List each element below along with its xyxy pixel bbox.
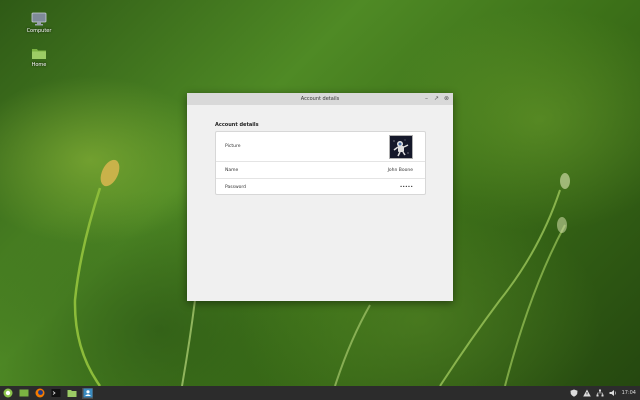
desktop-icon-home[interactable]: Home bbox=[15, 46, 63, 68]
warning-icon[interactable] bbox=[582, 389, 591, 397]
picture-label: Picture bbox=[225, 144, 241, 149]
files-icon bbox=[19, 389, 28, 397]
name-row[interactable]: Name John Boone bbox=[216, 162, 425, 179]
password-row[interactable]: Password ••••• bbox=[216, 179, 425, 195]
maximize-button[interactable]: ↗ bbox=[433, 95, 440, 102]
section-title: Account details bbox=[215, 122, 259, 128]
menu-button[interactable] bbox=[2, 388, 13, 399]
window-controls: – ↗ ⊗ bbox=[423, 95, 450, 102]
account-details-card: Picture Name John Boone Password ••••• bbox=[215, 131, 426, 195]
desktop-icon-label: Home bbox=[31, 62, 47, 68]
password-value: ••••• bbox=[399, 184, 413, 190]
window-title: Account details bbox=[300, 96, 340, 102]
desktop-icon-label: Computer bbox=[26, 28, 52, 34]
folder-icon bbox=[67, 390, 76, 397]
computer-icon bbox=[31, 12, 47, 26]
menu-icon bbox=[3, 388, 12, 398]
taskbar: 17:04 bbox=[0, 386, 640, 400]
desktop-icon-computer[interactable]: Computer bbox=[15, 12, 63, 34]
terminal-launcher[interactable] bbox=[50, 388, 61, 399]
clock[interactable]: 17:04 bbox=[622, 390, 636, 396]
system-tray: 17:04 bbox=[570, 389, 640, 397]
close-button[interactable]: ⊗ bbox=[443, 95, 450, 102]
taskbar-launchers bbox=[0, 387, 93, 399]
name-label: Name bbox=[225, 167, 239, 173]
window-titlebar[interactable]: Account details – ↗ ⊗ bbox=[187, 93, 453, 105]
minimize-button[interactable]: – bbox=[423, 95, 430, 102]
folder-launcher[interactable] bbox=[66, 388, 77, 399]
name-value: John Boone bbox=[387, 167, 413, 173]
files-launcher[interactable] bbox=[18, 388, 29, 399]
volume-icon[interactable] bbox=[609, 389, 617, 397]
firefox-launcher[interactable] bbox=[34, 388, 45, 399]
firefox-icon bbox=[35, 388, 44, 398]
users-icon bbox=[83, 388, 92, 398]
terminal-icon bbox=[51, 389, 60, 397]
users-launcher[interactable] bbox=[82, 387, 93, 399]
avatar[interactable] bbox=[389, 134, 413, 159]
account-details-window: Account details – ↗ ⊗ Account details Pi… bbox=[187, 93, 453, 301]
network-icon[interactable] bbox=[596, 389, 604, 397]
password-label: Password bbox=[225, 184, 247, 190]
picture-row[interactable]: Picture bbox=[216, 132, 425, 162]
folder-icon bbox=[32, 49, 46, 59]
astronaut-icon bbox=[390, 135, 412, 158]
shield-icon[interactable] bbox=[570, 389, 578, 397]
